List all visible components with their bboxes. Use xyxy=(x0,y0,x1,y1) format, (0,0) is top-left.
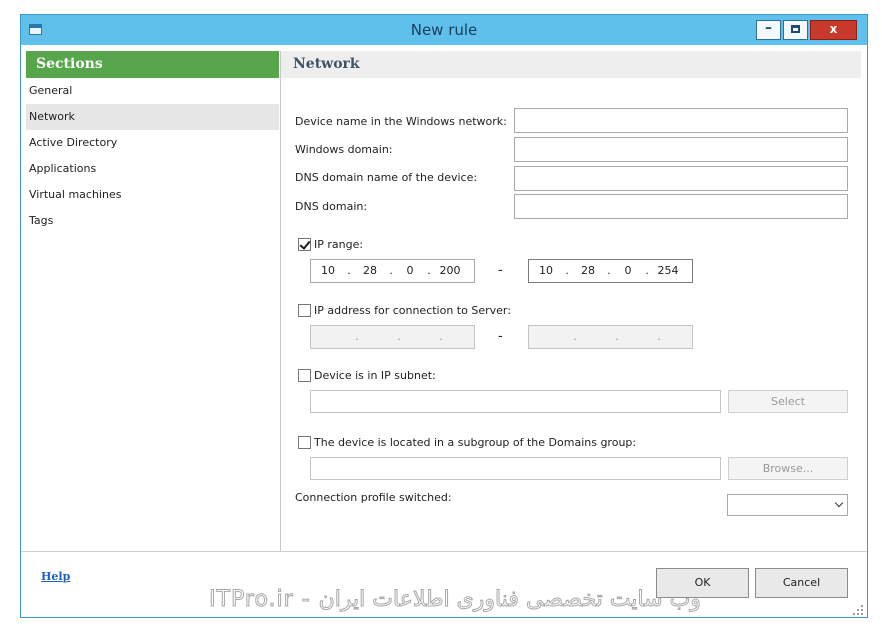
ip-subnet-checkbox[interactable] xyxy=(298,369,311,382)
resize-grip-icon[interactable] xyxy=(853,605,863,615)
ip-range-from-input[interactable]: 10. 28. 0. 200 xyxy=(310,259,475,283)
domains-subgroup-field[interactable] xyxy=(310,457,721,480)
maximize-icon xyxy=(791,25,800,33)
title-bar[interactable]: New rule – x xyxy=(21,15,867,45)
ip-server-checkbox[interactable] xyxy=(298,304,311,317)
ip-octet: 0 xyxy=(406,264,414,277)
ip-octet: 200 xyxy=(439,264,461,277)
dns-domain-name-input[interactable] xyxy=(514,166,848,191)
sidebar-item-applications[interactable]: Applications xyxy=(26,156,279,182)
ip-server-to-input[interactable]: ... xyxy=(528,325,693,349)
dns-domain-input[interactable] xyxy=(514,194,848,219)
ip-octet: 28 xyxy=(363,264,377,277)
dns-domain-name-label: DNS domain name of the device: xyxy=(295,171,478,184)
sidebar-item-tags[interactable]: Tags xyxy=(26,208,279,234)
ip-octet: 0 xyxy=(624,264,632,277)
connection-profile-select[interactable] xyxy=(727,494,848,516)
ip-octet: 10 xyxy=(539,264,553,277)
ip-octet: 254 xyxy=(657,264,679,277)
sections-sidebar: Sections General Network Active Director… xyxy=(26,51,279,551)
chevron-down-icon xyxy=(834,498,844,508)
ip-range-checkbox[interactable] xyxy=(298,238,311,251)
ip-subnet-field[interactable] xyxy=(310,390,721,413)
sections-header: Sections xyxy=(26,51,279,78)
close-button[interactable]: x xyxy=(810,20,857,40)
connection-profile-label: Connection profile switched: xyxy=(295,491,452,504)
footer-divider xyxy=(21,551,867,552)
ip-range-label: IP range: xyxy=(314,238,364,251)
range-separator: - xyxy=(498,263,503,278)
ip-octet: 28 xyxy=(581,264,595,277)
window-title: New rule xyxy=(410,21,478,39)
ip-subnet-label: Device is in IP subnet: xyxy=(314,369,436,382)
ip-server-from-input[interactable]: ... xyxy=(310,325,475,349)
watermark: ITPro.ir - وب سایت تخصصی فناوری اطلاعات … xyxy=(209,587,701,613)
windows-domain-input[interactable] xyxy=(514,137,848,162)
ip-server-label: IP address for connection to Server: xyxy=(314,304,511,317)
minimize-button[interactable]: – xyxy=(756,20,781,40)
maximize-button[interactable] xyxy=(783,20,808,40)
sidebar-item-virtual-machines[interactable]: Virtual machines xyxy=(26,182,279,208)
sidebar-item-network[interactable]: Network xyxy=(26,104,279,130)
ip-range-to-input[interactable]: 10. 28. 0. 254 xyxy=(528,259,693,283)
device-name-input[interactable] xyxy=(514,108,848,133)
sidebar-item-active-directory[interactable]: Active Directory xyxy=(26,130,279,156)
server-range-separator: - xyxy=(498,329,503,344)
help-link[interactable]: Help xyxy=(41,570,70,583)
device-name-label: Device name in the Windows network: xyxy=(295,115,507,128)
domains-subgroup-checkbox[interactable] xyxy=(298,436,311,449)
new-rule-dialog: New rule – x Sections General Network Ac… xyxy=(20,14,868,618)
dns-domain-label: DNS domain: xyxy=(295,200,368,213)
sidebar-item-general[interactable]: General xyxy=(26,78,279,104)
panel-title: Network xyxy=(281,51,861,78)
browse-button[interactable]: Browse... xyxy=(728,457,848,480)
windows-domain-label: Windows domain: xyxy=(295,143,393,156)
checkmark-icon xyxy=(299,238,311,250)
ip-octet: 10 xyxy=(321,264,335,277)
select-button[interactable]: Select xyxy=(728,390,848,413)
domains-subgroup-label: The device is located in a subgroup of t… xyxy=(314,436,637,449)
network-panel: Network Device name in the Windows netwo… xyxy=(281,51,861,551)
